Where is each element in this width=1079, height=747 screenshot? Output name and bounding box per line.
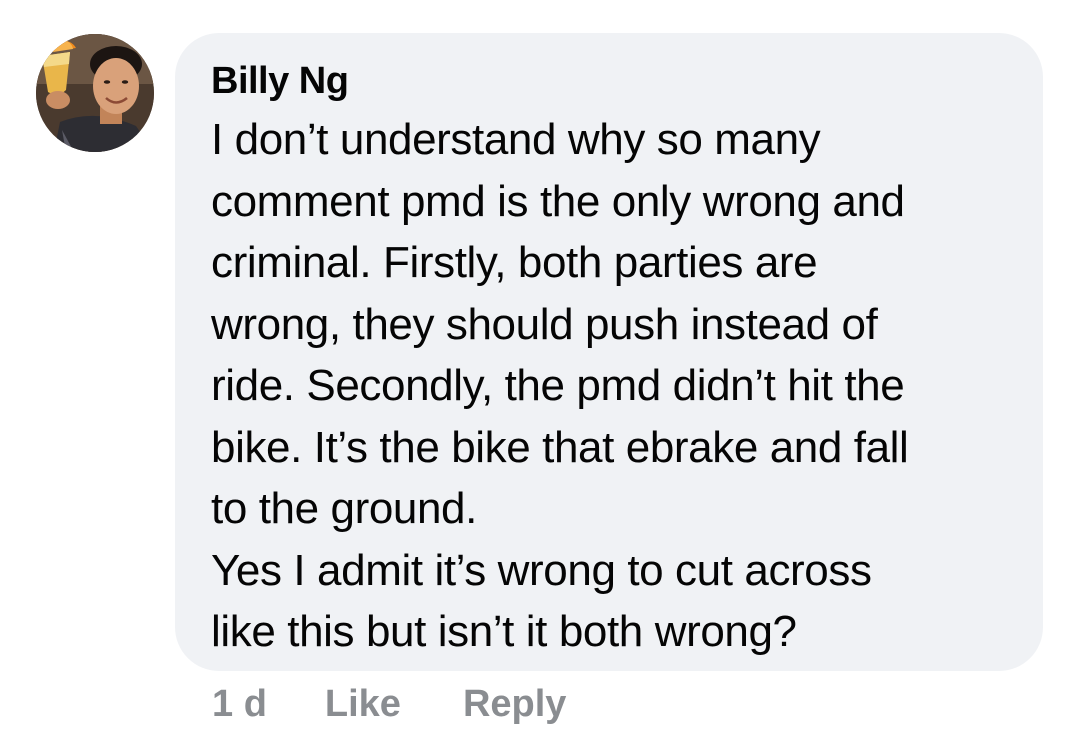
comment-text-line: I don’t understand why so many — [211, 115, 821, 164]
profile-photo-icon — [36, 34, 154, 152]
comment-timestamp[interactable]: 1 d — [212, 683, 267, 726]
comment-bubble: Billy Ng I don’t understand why so many … — [175, 33, 1043, 671]
comment-text-line: criminal. Firstly, both parties are — [211, 238, 818, 287]
comment-text-line: bike. It’s the bike that ebrake and fall — [211, 422, 909, 472]
comment-text-line: ride. Secondly, the pmd didn’t hit the — [211, 361, 905, 410]
like-button[interactable]: Like — [325, 683, 401, 726]
comment-actions: 1 d Like Reply — [212, 680, 628, 728]
comment-author[interactable]: Billy Ng — [211, 59, 349, 103]
comment-text-line: like this but isn’t it both wrong? — [211, 607, 797, 656]
comment-text-line: comment pmd is the only wrong and — [211, 176, 905, 226]
comment-item: Billy Ng I don’t understand why so many … — [0, 0, 1079, 747]
comment-text: I don’t understand why so many comment p… — [211, 109, 1011, 663]
comment-text-line: Yes I admit it’s wrong to cut across — [211, 545, 872, 595]
avatar[interactable] — [36, 34, 154, 152]
comment-text-line: to the ground. — [211, 484, 477, 533]
comment-text-line: wrong, they should push instead of — [211, 299, 878, 349]
reply-button[interactable]: Reply — [463, 683, 566, 726]
